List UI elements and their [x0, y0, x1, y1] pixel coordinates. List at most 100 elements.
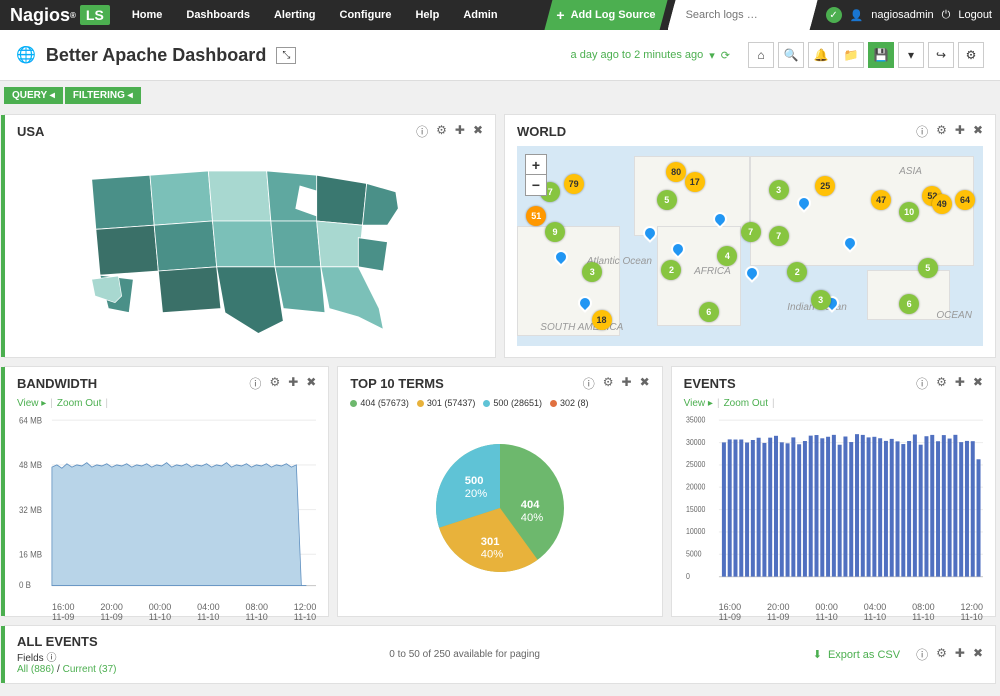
- info-icon[interactable]: ⓘ: [583, 375, 595, 392]
- legend-item[interactable]: 301 (57437): [417, 398, 476, 408]
- gear-icon[interactable]: ⚙: [936, 375, 947, 392]
- add-log-source-button[interactable]: Add Log Source: [544, 0, 667, 30]
- map-cluster-marker[interactable]: 64: [955, 190, 975, 210]
- nav-links: Home Dashboards Alerting Configure Help …: [120, 0, 510, 30]
- svg-text:301: 301: [481, 536, 500, 548]
- gear-icon[interactable]: ⚙: [436, 123, 447, 140]
- info-icon[interactable]: ⓘ: [916, 375, 928, 392]
- resize-handle[interactable]: [1, 626, 5, 683]
- info-icon[interactable]: ⓘ: [249, 375, 261, 392]
- resize-handle[interactable]: [1, 367, 5, 616]
- bandwidth-chart[interactable]: 64 MB 48 MB 32 MB 16 MB 0 B 16:0011-0920…: [17, 409, 316, 599]
- svg-text:16 MB: 16 MB: [19, 549, 42, 560]
- svg-text:48 MB: 48 MB: [19, 460, 42, 471]
- search-box: [668, 0, 818, 30]
- map-cluster-marker[interactable]: 49: [932, 194, 952, 214]
- legend-item[interactable]: 404 (57673): [350, 398, 409, 408]
- map-cluster-marker[interactable]: 7: [741, 222, 761, 242]
- nav-alerting[interactable]: Alerting: [262, 0, 328, 30]
- zoom-in-button[interactable]: +: [526, 155, 546, 175]
- info-icon[interactable]: ⓘ: [916, 646, 928, 663]
- nav-home[interactable]: Home: [120, 0, 175, 30]
- view-link[interactable]: View ▸: [684, 398, 713, 409]
- plus-icon[interactable]: ✚: [955, 646, 965, 663]
- plus-icon[interactable]: ✚: [622, 375, 632, 392]
- dropdown-button[interactable]: ▾: [898, 42, 924, 68]
- gear-icon[interactable]: ⚙: [603, 375, 614, 392]
- search-button[interactable]: 🔍: [778, 42, 804, 68]
- close-icon[interactable]: ✖: [473, 123, 483, 140]
- map-cluster-marker[interactable]: 2: [787, 262, 807, 282]
- map-cluster-marker[interactable]: 79: [564, 174, 584, 194]
- x-tick: 16:0011-09: [719, 602, 742, 622]
- logo[interactable]: Nagios® LS: [0, 0, 120, 30]
- map-cluster-marker[interactable]: 80: [666, 162, 686, 182]
- nav-dashboards[interactable]: Dashboards: [174, 0, 262, 30]
- close-icon[interactable]: ✖: [973, 375, 983, 392]
- svg-text:15000: 15000: [686, 504, 705, 513]
- gear-icon[interactable]: ⚙: [936, 646, 947, 663]
- map-cluster-marker[interactable]: 5: [657, 190, 677, 210]
- map-pin[interactable]: [742, 263, 762, 283]
- info-icon[interactable]: ⓘ: [416, 123, 428, 140]
- export-csv-link[interactable]: Export as CSV: [828, 649, 900, 661]
- close-icon[interactable]: ✖: [973, 123, 983, 140]
- current-count[interactable]: Current (37): [63, 664, 117, 675]
- zoom-out-button[interactable]: −: [526, 175, 546, 195]
- alerts-button[interactable]: 🔔: [808, 42, 834, 68]
- query-tab[interactable]: QUERY ◂: [4, 87, 63, 104]
- gear-icon[interactable]: ⚙: [269, 375, 280, 392]
- filtering-tab[interactable]: FILTERING ◂: [65, 87, 141, 104]
- close-icon[interactable]: ✖: [306, 375, 316, 392]
- svg-text:0: 0: [686, 571, 690, 580]
- all-count[interactable]: All (886): [17, 664, 54, 675]
- gear-icon[interactable]: ⚙: [936, 123, 947, 140]
- map-cluster-marker[interactable]: 6: [899, 294, 919, 314]
- world-map[interactable]: + − AFRICA ASIA Atlantic Ocean Indian Oc…: [517, 146, 983, 346]
- nav-configure[interactable]: Configure: [328, 0, 404, 30]
- map-cluster-marker[interactable]: 6: [699, 302, 719, 322]
- folder-button[interactable]: 📁: [838, 42, 864, 68]
- search-input[interactable]: [668, 4, 818, 26]
- pie-chart[interactable]: 404 40% 301 40% 500 20%: [420, 428, 580, 588]
- map-cluster-marker[interactable]: 17: [685, 172, 705, 192]
- usa-map[interactable]: [17, 146, 483, 349]
- x-tick: 20:0011-09: [100, 602, 123, 622]
- plus-icon[interactable]: ✚: [955, 375, 965, 392]
- fields-label[interactable]: Fields ⓘ: [17, 653, 56, 664]
- info-icon[interactable]: ⓘ: [916, 123, 928, 140]
- share-button[interactable]: ↪: [928, 42, 954, 68]
- view-link[interactable]: View ▸: [17, 398, 46, 409]
- zoomout-link[interactable]: Zoom Out: [724, 398, 768, 409]
- save-button[interactable]: 💾: [868, 42, 894, 68]
- plus-icon[interactable]: ✚: [455, 123, 465, 140]
- map-cluster-marker[interactable]: 10: [899, 202, 919, 222]
- panel-top10: TOP 10 TERMS ⓘ ⚙ ✚ ✖ 404 (57673)301 (574…: [337, 366, 662, 617]
- legend-item[interactable]: 302 (8): [550, 398, 589, 408]
- expand-icon[interactable]: ⤡: [276, 47, 296, 64]
- map-cluster-marker[interactable]: 9: [545, 222, 565, 242]
- x-tick: 00:0011-10: [815, 602, 838, 622]
- map-cluster-marker[interactable]: 3: [769, 180, 789, 200]
- events-chart[interactable]: 35000300002500020000150001000050000 16:0…: [684, 409, 983, 599]
- map-cluster-marker[interactable]: 51: [526, 206, 546, 226]
- legend-item[interactable]: 500 (28651): [483, 398, 542, 408]
- logout-link[interactable]: Logout: [958, 9, 992, 21]
- resize-handle[interactable]: [1, 115, 5, 357]
- close-icon[interactable]: ✖: [640, 375, 650, 392]
- plus-icon[interactable]: ✚: [288, 375, 298, 392]
- nav-admin[interactable]: Admin: [451, 0, 509, 30]
- map-cluster-marker[interactable]: 7: [769, 226, 789, 246]
- plus-icon[interactable]: ✚: [955, 123, 965, 140]
- close-icon[interactable]: ✖: [973, 646, 983, 663]
- time-range[interactable]: a day ago to 2 minutes ago ▾ ⟳: [571, 49, 730, 62]
- zoomout-link[interactable]: Zoom Out: [57, 398, 101, 409]
- nav-help[interactable]: Help: [403, 0, 451, 30]
- map-cluster-marker[interactable]: 5: [918, 258, 938, 278]
- settings-button[interactable]: ⚙: [958, 42, 984, 68]
- map-cluster-marker[interactable]: 3: [811, 290, 831, 310]
- map-cluster-marker[interactable]: 18: [592, 310, 612, 330]
- username[interactable]: nagiosadmin: [871, 9, 933, 21]
- home-button[interactable]: ⌂: [748, 42, 774, 68]
- refresh-icon[interactable]: ⟳: [721, 49, 730, 62]
